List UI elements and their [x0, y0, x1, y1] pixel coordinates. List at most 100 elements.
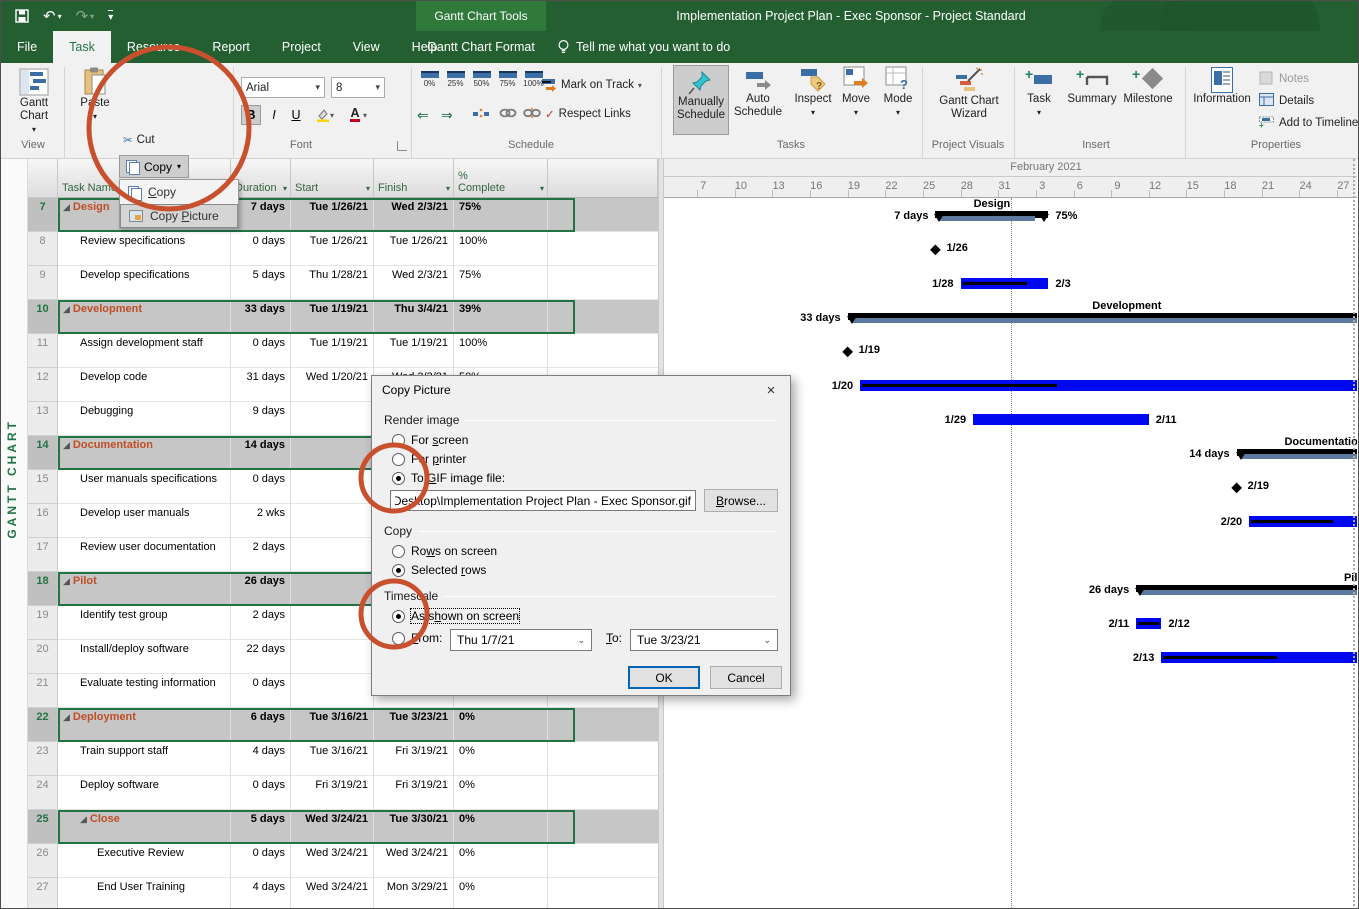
- table-row[interactable]: 22◢Deployment6 daysTue 3/16/21Tue 3/23/2…: [28, 708, 658, 742]
- radio-rows-on-screen[interactable]: Rows on screen: [392, 544, 497, 558]
- tab-project[interactable]: Project: [266, 31, 337, 63]
- auto-schedule-button[interactable]: Auto Schedule: [731, 65, 785, 135]
- start-cell[interactable]: Tue 3/16/21: [291, 708, 374, 742]
- filter-chevron-icon[interactable]: ▾: [540, 184, 544, 193]
- tab-gantt-chart-format[interactable]: Gantt Chart Format: [416, 31, 546, 63]
- filter-chevron-icon[interactable]: ▾: [366, 184, 370, 193]
- finish-cell[interactable]: Tue 1/26/21: [374, 232, 454, 266]
- tab-report[interactable]: Report: [196, 31, 266, 63]
- collapse-triangle-icon[interactable]: ◢: [63, 304, 70, 314]
- tab-resource[interactable]: Resource: [111, 31, 197, 63]
- pct-complete-cell[interactable]: 0%: [454, 742, 548, 776]
- duration-cell[interactable]: 0 days: [231, 232, 291, 266]
- duration-cell[interactable]: 26 days: [231, 572, 291, 606]
- pct-complete-cell[interactable]: 0%: [454, 776, 548, 810]
- task-name-cell[interactable]: Develop code: [58, 368, 231, 402]
- task-name-cell[interactable]: Install/deploy software: [58, 640, 231, 674]
- mode-button[interactable]: ? Mode ▾: [879, 65, 917, 119]
- pct-complete-cell[interactable]: 0%: [454, 844, 548, 878]
- filter-chevron-icon[interactable]: ▾: [446, 184, 450, 193]
- start-cell[interactable]: [291, 606, 374, 640]
- gif-file-path-input[interactable]: Desktop\Implementation Project Plan - Ex…: [390, 490, 696, 511]
- italic-button[interactable]: I: [264, 105, 284, 125]
- finish-cell[interactable]: Mon 3/29/21: [374, 878, 454, 909]
- start-cell[interactable]: [291, 640, 374, 674]
- table-row[interactable]: 10◢Development33 daysTue 1/19/21Thu 3/4/…: [28, 300, 658, 334]
- start-cell[interactable]: Fri 3/19/21: [291, 776, 374, 810]
- font-name-combo[interactable]: Arial▾: [241, 77, 325, 98]
- details-button[interactable]: Details: [1259, 93, 1314, 109]
- start-cell[interactable]: [291, 402, 374, 436]
- link-tasks-icon[interactable]: [499, 107, 517, 119]
- column-header--complete[interactable]: %Complete▾: [454, 159, 548, 197]
- column-header-duration[interactable]: Duration▾: [231, 159, 291, 197]
- duration-cell[interactable]: 6 days: [231, 708, 291, 742]
- pct-complete-cell[interactable]: 39%: [454, 300, 548, 334]
- finish-cell[interactable]: Tue 1/19/21: [374, 334, 454, 368]
- task-name-cell[interactable]: Review specifications: [58, 232, 231, 266]
- start-cell[interactable]: Tue 1/26/21: [291, 232, 374, 266]
- task-name-cell[interactable]: Identify test group: [58, 606, 231, 640]
- move-button[interactable]: Move ▾: [837, 65, 875, 119]
- cut-button[interactable]: ✂ Cut: [123, 133, 155, 147]
- finish-cell[interactable]: Tue 3/30/21: [374, 810, 454, 844]
- task-name-cell[interactable]: ◢Development: [58, 300, 231, 334]
- task-name-cell[interactable]: ◢Deployment: [58, 708, 231, 742]
- font-color-button[interactable]: A: [345, 105, 365, 125]
- save-icon[interactable]: [15, 9, 29, 23]
- task-name-cell[interactable]: Evaluate testing information: [58, 674, 231, 708]
- pct-complete-cell[interactable]: 0%: [454, 810, 548, 844]
- collapse-triangle-icon[interactable]: ◢: [80, 814, 87, 824]
- pct-complete-cell[interactable]: 100%: [454, 334, 548, 368]
- radio-for-printer[interactable]: For printer: [392, 452, 466, 466]
- browse-button[interactable]: Browse...: [704, 489, 778, 512]
- table-row[interactable]: 9Develop specifications5 daysThu 1/28/21…: [28, 266, 658, 300]
- pct-complete-cell[interactable]: 100%: [454, 232, 548, 266]
- start-cell[interactable]: [291, 572, 374, 606]
- pct-complete-cell[interactable]: 0%: [454, 708, 548, 742]
- start-cell[interactable]: Tue 1/19/21: [291, 300, 374, 334]
- finish-cell[interactable]: Fri 3/19/21: [374, 776, 454, 810]
- start-cell[interactable]: Wed 1/20/21: [291, 368, 374, 402]
- duration-cell[interactable]: 14 days: [231, 436, 291, 470]
- gantt-chart-wizard-button[interactable]: Gantt Chart Wizard: [929, 67, 1009, 121]
- copy-split-button[interactable]: Copy ▾: [119, 155, 189, 178]
- task-name-cell[interactable]: Deploy software: [58, 776, 231, 810]
- task-name-cell[interactable]: Debugging: [58, 402, 231, 436]
- font-size-combo[interactable]: 8▾: [331, 77, 385, 98]
- table-row[interactable]: 25◢Close5 daysWed 3/24/21Tue 3/30/210%: [28, 810, 658, 844]
- duration-cell[interactable]: 31 days: [231, 368, 291, 402]
- tell-me-box[interactable]: Tell me what you want to do: [557, 31, 730, 63]
- duration-cell[interactable]: 0 days: [231, 776, 291, 810]
- menu-item-copy[interactable]: Copy: [120, 180, 238, 204]
- tab-view[interactable]: View: [337, 31, 396, 63]
- task-name-cell[interactable]: ◢Documentation: [58, 436, 231, 470]
- task-name-cell[interactable]: User manuals specifications: [58, 470, 231, 504]
- duration-cell[interactable]: 0 days: [231, 844, 291, 878]
- finish-cell[interactable]: Wed 3/24/21: [374, 844, 454, 878]
- duration-cell[interactable]: 2 wks: [231, 504, 291, 538]
- task-name-cell[interactable]: Develop specifications: [58, 266, 231, 300]
- column-header-finish[interactable]: Finish▾: [374, 159, 454, 197]
- collapse-triangle-icon[interactable]: ◢: [63, 440, 70, 450]
- notes-button[interactable]: Notes: [1259, 71, 1309, 87]
- inspect-button[interactable]: ? Inspect ▾: [791, 65, 835, 119]
- radio-as-shown[interactable]: As shown on screen: [392, 609, 519, 623]
- radio-for-screen[interactable]: For screen: [392, 433, 468, 447]
- duration-cell[interactable]: 22 days: [231, 640, 291, 674]
- bold-button[interactable]: B: [241, 105, 261, 125]
- collapse-triangle-icon[interactable]: ◢: [63, 576, 70, 586]
- duration-cell[interactable]: 4 days: [231, 878, 291, 909]
- duration-cell[interactable]: 0 days: [231, 674, 291, 708]
- radio-from-to[interactable]: From:: [392, 631, 442, 645]
- task-name-cell[interactable]: Review user documentation: [58, 538, 231, 572]
- ok-button[interactable]: OK: [628, 666, 700, 689]
- duration-cell[interactable]: 5 days: [231, 266, 291, 300]
- radio-selected-rows[interactable]: Selected rows: [392, 563, 486, 577]
- percent-75-button[interactable]: 75%: [495, 71, 520, 88]
- start-cell[interactable]: [291, 470, 374, 504]
- paste-button[interactable]: Paste ▾: [73, 67, 117, 123]
- outdent-task-icon[interactable]: ⇐: [417, 107, 429, 124]
- insert-task-button[interactable]: + Task ▾: [1019, 67, 1059, 119]
- tab-task[interactable]: Task: [53, 31, 111, 63]
